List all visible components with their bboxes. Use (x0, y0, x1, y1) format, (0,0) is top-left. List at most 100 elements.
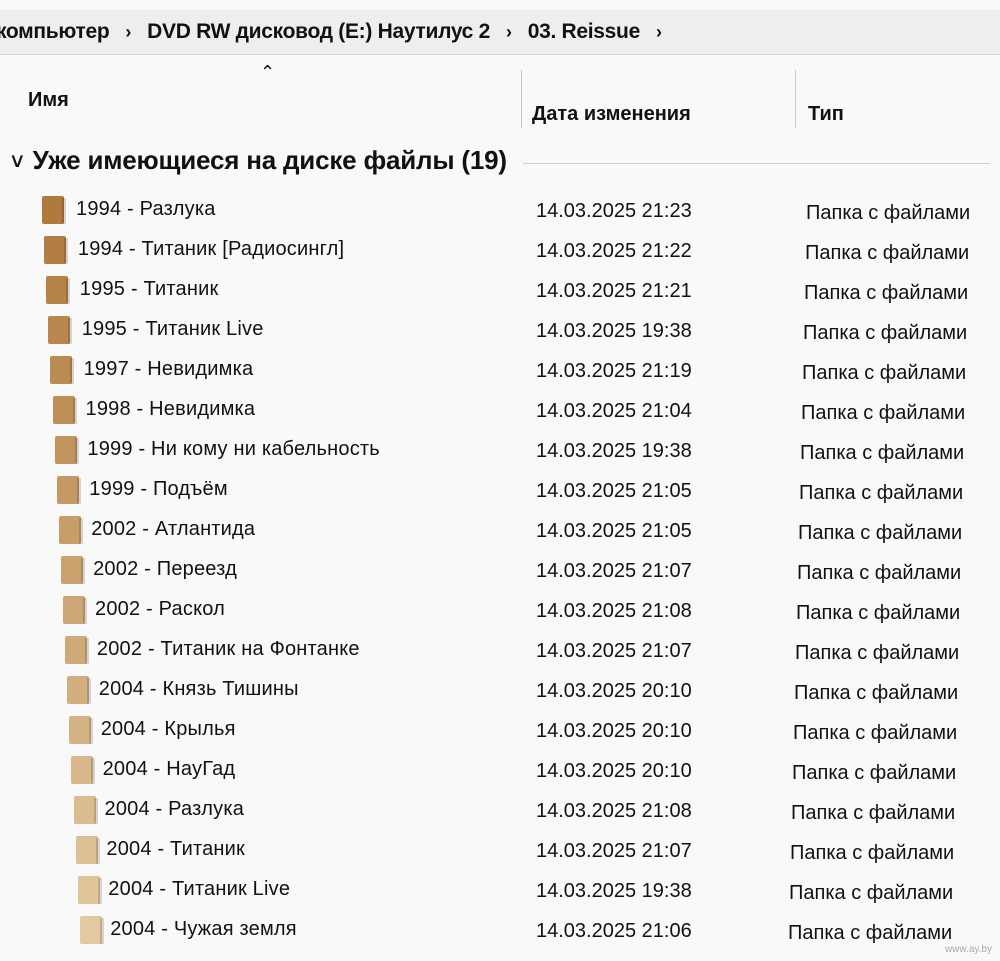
file-name: 1994 - Разлука (76, 198, 216, 220)
file-type: Папка с файлами (796, 602, 961, 624)
folder-icon (79, 916, 104, 944)
file-type: Папка с файлами (790, 842, 955, 864)
breadcrumb-reissue-folder[interactable]: 03. Reissue (522, 20, 646, 44)
file-date: 14.03.2025 21:05 (536, 480, 692, 502)
breadcrumb: компьютер › DVD RW дисковод (E:) Наутилу… (0, 10, 1000, 55)
folder-icon (46, 276, 71, 304)
file-row[interactable]: 2004 - Крылья 14.03.2025 20:10 Папка с фай… (0, 712, 1000, 752)
breadcrumb-computer[interactable]: компьютер (0, 20, 115, 44)
folder-icon (69, 716, 94, 744)
file-type: Папка с файлами (799, 482, 964, 504)
folder-icon (58, 516, 83, 544)
file-row[interactable]: 1994 - Разлука 14.03.2025 21:23 Папка с фа… (0, 192, 1000, 232)
file-date: 14.03.2025 19:38 (536, 440, 692, 462)
file-type: Папка с файлами (802, 362, 967, 384)
file-name: 2004 - Титаник (106, 838, 245, 860)
file-date: 14.03.2025 20:10 (536, 720, 692, 742)
file-type: Папка с файлами (805, 242, 970, 264)
group-divider (522, 162, 990, 164)
file-date: 14.03.2025 21:07 (536, 560, 692, 582)
file-name: 2004 - Титаник Live (108, 878, 291, 900)
file-row[interactable]: 2002 - Переезд 14.03.2025 21:07 Папка с фа… (0, 552, 1000, 592)
file-type: Папка с файлами (789, 882, 954, 904)
column-headers: Имя Дата изменения Тип (0, 66, 1000, 130)
watermark: www.ay.by (944, 944, 992, 955)
file-row[interactable]: 2004 - Разлука 14.03.2025 21:08 Папка с фа… (0, 792, 1000, 832)
chevron-right-icon[interactable]: › (646, 22, 672, 43)
file-explorer-window: компьютер › DVD RW дисковод (E:) Наутилу… (0, 0, 1000, 961)
group-header[interactable]: ∨ Уже имеющиеся на диске файлы (19) (9, 140, 990, 180)
file-row[interactable]: 2004 - Чужая земля 14.03.2025 21:06 Папка … (0, 912, 1000, 952)
file-date: 14.03.2025 21:05 (536, 520, 692, 542)
folder-icon (54, 436, 79, 464)
folder-icon (77, 876, 102, 904)
file-name: 2002 - Атлантида (91, 518, 256, 540)
file-name: 1997 - Невидимка (83, 358, 254, 380)
column-divider[interactable] (521, 70, 522, 128)
folder-icon (67, 676, 92, 704)
file-row[interactable]: 1995 - Титаник Live 14.03.2025 19:38 Папка… (0, 312, 1000, 352)
folder-icon (50, 356, 75, 384)
file-date: 14.03.2025 21:08 (536, 800, 692, 822)
file-type: Папка с файлами (788, 922, 953, 944)
file-type: Папка с файлами (792, 762, 957, 784)
file-name: 2002 - Переезд (93, 558, 237, 580)
breadcrumb-dvd-drive[interactable]: DVD RW дисковод (E:) Наутилус 2 (141, 20, 496, 44)
file-date: 14.03.2025 21:19 (536, 360, 692, 382)
folder-icon (75, 836, 100, 864)
file-date: 14.03.2025 21:07 (536, 640, 692, 662)
file-type: Папка с файлами (794, 682, 959, 704)
chevron-down-icon[interactable]: ∨ (9, 148, 27, 173)
file-name: 1995 - Титаник (79, 278, 219, 300)
folder-icon (63, 596, 87, 624)
column-header-date[interactable]: Дата изменения (532, 66, 782, 146)
file-type: Папка с файлами (798, 522, 963, 544)
file-type: Папка с файлами (801, 402, 966, 424)
file-type: Папка с файлами (793, 722, 958, 744)
folder-icon (60, 556, 85, 584)
file-row[interactable]: 2002 - Раскол 14.03.2025 21:08 Папка с фай… (0, 592, 1000, 632)
file-date: 14.03.2025 21:08 (536, 600, 692, 622)
file-row[interactable]: 2004 - Титаник 14.03.2025 21:07 Папка с фа… (0, 832, 1000, 872)
file-date: 14.03.2025 19:38 (536, 880, 692, 902)
file-row[interactable]: 1998 - Невидимка 14.03.2025 21:04 Папка с … (0, 392, 1000, 432)
file-row[interactable]: 1994 - Титаник [Радиосингл] 14.03.2025 21… (0, 232, 1000, 272)
file-name: 2002 - Титаник на Фонтанке (96, 638, 360, 660)
file-row[interactable]: 1997 - Невидимка 14.03.2025 21:19 Папка с … (0, 352, 1000, 392)
file-type: Папка с файлами (803, 322, 968, 344)
folder-icon (44, 236, 69, 264)
file-name: 2004 - НауГад (102, 758, 236, 780)
file-row[interactable]: 2004 - НауГад 14.03.2025 20:10 Папка с фай… (0, 752, 1000, 792)
file-row[interactable]: 1999 - Ни кому ни кабельность 14.03.2025 … (0, 432, 1000, 472)
file-type: Папка с файлами (804, 282, 969, 304)
file-row[interactable]: 1999 - Подъём 14.03.2025 21:05 Папка с фай… (0, 472, 1000, 512)
file-name: 2002 - Раскол (95, 598, 225, 620)
sort-ascending-icon: ⌃ (260, 62, 276, 82)
file-date: 14.03.2025 20:10 (536, 760, 692, 782)
folder-icon (73, 796, 98, 824)
file-name: 1994 - Титаник [Радиосингл] (77, 238, 345, 260)
file-row[interactable]: 1995 - Титаник 14.03.2025 21:21 Папка с фа… (0, 272, 1000, 312)
file-row[interactable]: 2004 - Титаник Live 14.03.2025 19:38 Папка… (0, 872, 1000, 912)
chevron-right-icon[interactable]: › (496, 22, 522, 43)
file-name: 1999 - Подъём (89, 478, 228, 500)
folder-icon (56, 476, 81, 504)
file-name: 1998 - Невидимка (85, 398, 256, 420)
file-date: 14.03.2025 21:23 (536, 200, 692, 222)
folder-icon (42, 196, 66, 224)
file-list: 1994 - Разлука 14.03.2025 21:23 Папка с фа… (0, 192, 1000, 952)
column-divider[interactable] (795, 70, 796, 128)
chevron-right-icon[interactable]: › (115, 22, 141, 43)
file-type: Папка с файлами (791, 802, 956, 824)
file-name: 1995 - Титаник Live (81, 318, 264, 340)
column-header-type[interactable]: Тип (808, 66, 988, 146)
file-type: Папка с файлами (797, 562, 962, 584)
file-row[interactable]: 2004 - Князь Тишины 14.03.2025 20:10 Папка… (0, 672, 1000, 712)
file-name: 2004 - Крылья (100, 718, 236, 740)
file-row[interactable]: 2002 - Атлантида 14.03.2025 21:05 Папка с … (0, 512, 1000, 552)
folder-icon (48, 316, 73, 344)
file-date: 14.03.2025 21:21 (536, 280, 692, 302)
file-row[interactable]: 2002 - Титаник на Фонтанке 14.03.2025 21:… (0, 632, 1000, 672)
file-name: 1999 - Ни кому ни кабельность (87, 438, 380, 460)
file-date: 14.03.2025 21:06 (536, 920, 692, 942)
